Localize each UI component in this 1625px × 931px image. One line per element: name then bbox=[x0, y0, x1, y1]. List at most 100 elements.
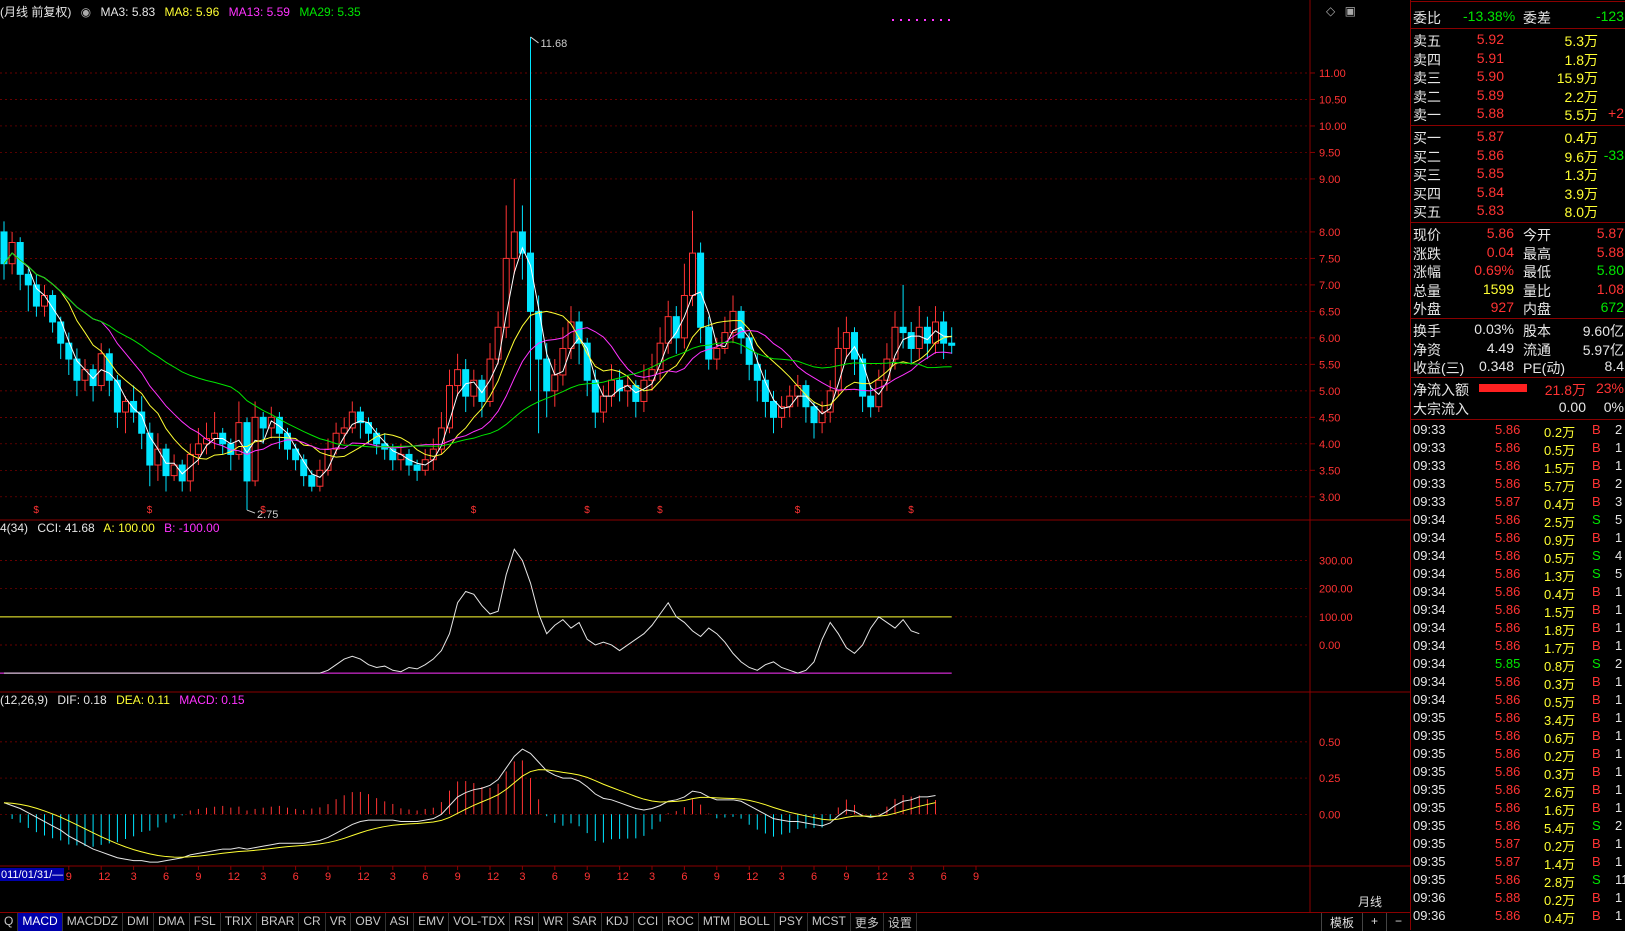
tab-mcst[interactable]: MCST bbox=[808, 913, 851, 931]
tab-dma[interactable]: DMA bbox=[154, 913, 190, 931]
signal-dot bbox=[940, 19, 942, 21]
tab-macd[interactable]: MACD bbox=[18, 913, 63, 931]
tick-row: 09:36 5.86 0.4万 B 1 bbox=[1411, 908, 1625, 926]
tab-kdj[interactable]: KDJ bbox=[602, 913, 634, 931]
tick-volume: 0.2万 bbox=[1544, 425, 1576, 440]
sell-level-label: 卖五 bbox=[1413, 33, 1441, 49]
sell-level-label: 卖四 bbox=[1413, 51, 1441, 68]
tick-row: 09:34 5.86 0.5万 S 4 bbox=[1411, 548, 1625, 566]
tick-count: 1 bbox=[1615, 746, 1623, 761]
tick-time: 09:35 bbox=[1413, 818, 1446, 833]
tab-cci[interactable]: CCI bbox=[634, 913, 664, 931]
ma13-label: MA13: 5.59 bbox=[228, 5, 290, 19]
fund-label: 换手 bbox=[1413, 323, 1441, 339]
tab-dmi[interactable]: DMI bbox=[123, 913, 155, 931]
dea-line bbox=[3, 769, 936, 858]
y-tick-label: 10.50 bbox=[1319, 94, 1347, 106]
cci-y-tick-label: 300.00 bbox=[1319, 556, 1353, 568]
tick-time: 09:33 bbox=[1413, 476, 1446, 491]
y-tick-label: 4.50 bbox=[1319, 412, 1340, 424]
tick-time: 09:35 bbox=[1413, 872, 1446, 887]
tab-trix[interactable]: TRIX bbox=[221, 913, 258, 931]
tab-obv[interactable]: OBV bbox=[351, 913, 386, 931]
tick-side: B bbox=[1592, 692, 1601, 707]
candle bbox=[470, 369, 478, 407]
dif-value: DIF: 0.18 bbox=[57, 693, 107, 707]
tab-brar[interactable]: BRAR bbox=[257, 913, 300, 931]
tick-count: 2 bbox=[1615, 422, 1623, 437]
candle-body bbox=[705, 326, 713, 360]
tab-asi[interactable]: ASI bbox=[386, 913, 415, 931]
tab-psy[interactable]: PSY bbox=[775, 913, 808, 931]
tab-boll[interactable]: BOLL bbox=[735, 913, 775, 931]
tick-time: 09:35 bbox=[1413, 746, 1446, 761]
template-button[interactable]: 模板 bbox=[1320, 913, 1362, 931]
buy-price: 5.85 bbox=[1476, 165, 1504, 182]
candle-body bbox=[235, 422, 243, 455]
stock-chart[interactable]: 3.00 3.50 4.00 4.50 5.00 5.50 6.00 6.50 7.00 7.50… bbox=[0, 0, 1410, 912]
block-inflow-value: 0.00 bbox=[1558, 399, 1586, 415]
dropdown-icon[interactable]: ◉ bbox=[81, 5, 91, 19]
panel-divider bbox=[1411, 419, 1625, 420]
chart-area[interactable]: 3.00 3.50 4.00 4.50 5.00 5.50 6.00 6.50 7.00 7.50… bbox=[0, 0, 1410, 912]
sell-row: 卖五 5.92 5.3万 bbox=[1411, 31, 1625, 49]
candle-body bbox=[737, 310, 745, 339]
tick-volume: 0.9万 bbox=[1544, 533, 1576, 548]
tab-vol-tdx[interactable]: VOL-TDX bbox=[449, 913, 511, 931]
panel-divider bbox=[1411, 28, 1625, 29]
tab-macddz[interactable]: MACDDZ bbox=[63, 913, 124, 931]
candle bbox=[494, 311, 502, 365]
tab-cr[interactable]: CR bbox=[299, 913, 326, 931]
tick-volume: 1.8万 bbox=[1544, 623, 1576, 638]
candle-body bbox=[365, 422, 372, 434]
cci-y-tick-label: 200.00 bbox=[1319, 584, 1353, 596]
tab-fsl[interactable]: FSL bbox=[190, 913, 221, 931]
candle bbox=[332, 422, 340, 455]
window-icon[interactable]: ▣ bbox=[1345, 4, 1356, 18]
tick-volume: 5.7万 bbox=[1544, 479, 1576, 494]
tick-volume: 0.2万 bbox=[1544, 749, 1576, 764]
candle-body bbox=[891, 326, 899, 360]
tick-side: B bbox=[1592, 908, 1601, 923]
tab-wr[interactable]: WR bbox=[539, 913, 569, 931]
tab-q[interactable]: Q bbox=[0, 913, 19, 931]
tick-row: 09:34 5.86 2.5万 S 5 bbox=[1411, 512, 1625, 530]
tick-count: 2 bbox=[1615, 476, 1623, 491]
x-tick-label: 9 bbox=[66, 871, 72, 883]
tab-roc[interactable]: ROC bbox=[663, 913, 699, 931]
ma13-line bbox=[3, 252, 952, 455]
panel-divider bbox=[1411, 222, 1625, 223]
tick-price: 5.86 bbox=[1495, 458, 1521, 473]
tab-mtm[interactable]: MTM bbox=[699, 913, 736, 931]
candle-body bbox=[73, 358, 81, 381]
tick-volume: 2.5万 bbox=[1544, 515, 1576, 530]
tab-vr[interactable]: VR bbox=[326, 913, 352, 931]
zoom-in-button[interactable]: + bbox=[1361, 913, 1386, 931]
tick-row: 09:35 5.86 5.4万 S 2 bbox=[1411, 818, 1625, 836]
zoom-out-button[interactable]: − bbox=[1385, 913, 1410, 931]
tick-price: 5.86 bbox=[1495, 746, 1521, 761]
tab-更多[interactable]: 更多 bbox=[851, 913, 884, 931]
tab-sar[interactable]: SAR bbox=[568, 913, 602, 931]
candle bbox=[16, 237, 24, 291]
candle bbox=[154, 433, 162, 481]
net-inflow-pct: 23% bbox=[1595, 380, 1624, 396]
sell-row: 卖四 5.91 1.8万 bbox=[1411, 50, 1625, 68]
tab-rsi[interactable]: RSI bbox=[510, 913, 540, 931]
candle-body bbox=[340, 427, 348, 434]
tick-time: 09:36 bbox=[1413, 908, 1446, 923]
tick-volume: 0.5万 bbox=[1544, 551, 1576, 566]
candle bbox=[672, 306, 680, 354]
tick-row: 09:34 5.86 0.9万 B 1 bbox=[1411, 530, 1625, 548]
diamond-icon[interactable]: ◇ bbox=[1326, 4, 1335, 18]
tick-time: 09:34 bbox=[1413, 566, 1446, 581]
sell-row: 卖二 5.89 2.2万 bbox=[1411, 87, 1625, 105]
buy-level-label: 买四 bbox=[1413, 185, 1441, 202]
tick-row: 09:33 5.87 0.4万 B 3 bbox=[1411, 494, 1625, 512]
tick-time: 09:35 bbox=[1413, 836, 1446, 851]
tab-设置[interactable]: 设置 bbox=[884, 913, 917, 931]
sell-row: 卖三 5.90 15.9万 bbox=[1411, 68, 1625, 86]
tick-price: 5.86 bbox=[1495, 638, 1521, 653]
tab-emv[interactable]: EMV bbox=[414, 913, 450, 931]
y-tick-label: 7.50 bbox=[1319, 253, 1340, 265]
